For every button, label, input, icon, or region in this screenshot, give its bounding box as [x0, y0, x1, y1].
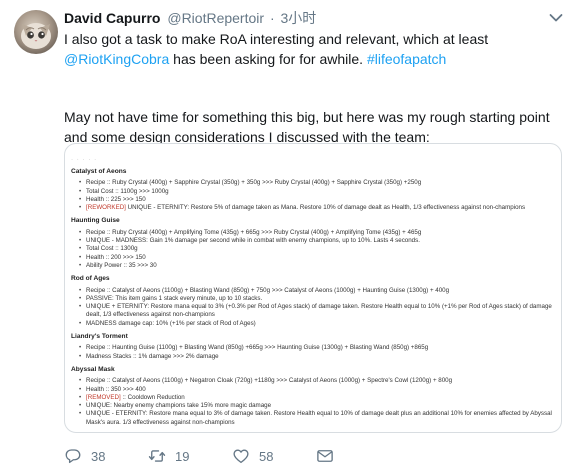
list-item-text: :: Cooldown Reduction	[120, 393, 185, 401]
list-item-text: UNIQUE - ETERNITY: Restore mana equal to…	[86, 410, 552, 426]
list-item-text: Total Cost :: 1300g	[86, 245, 138, 253]
list-item-text: Recipe :: Haunting Guise (1100g) + Blast…	[86, 344, 429, 352]
list-item-text: Health :: 350 >>> 400	[86, 385, 146, 393]
list-item-text: Ability Power :: 35 >>> 30	[86, 261, 157, 269]
tweet-text: I also got a task to make RoA interestin…	[64, 29, 564, 147]
section-title: Catalyst of Aeons	[71, 168, 127, 175]
mention-link[interactable]: @RiotKingCobra	[64, 51, 169, 67]
document-dots: · · · · ·	[71, 156, 98, 163]
section-title: Haunting Guise	[71, 217, 120, 225]
patch-notes-document: · · · · · Catalyst of AeonsRecipe :: Rub…	[71, 156, 557, 427]
section-list: Recipe :: Ruby Crystal (400g) + Amplifyi…	[71, 228, 557, 271]
separator-dot: ·	[269, 10, 275, 26]
retweet-count: 19	[175, 448, 190, 464]
mail-icon	[317, 450, 333, 462]
section-title: Abyssal Mask	[71, 365, 115, 373]
list-item-text: Recipe :: Catalyst of Aeons (1100g) + Ne…	[86, 377, 453, 385]
list-item: UNIQUE - ETERNITY: Restore mana equal to…	[79, 410, 557, 427]
list-item-text: UNIQUE - ETERNITY: Restore 5% of damage …	[125, 204, 526, 212]
reply-button[interactable]: 38	[64, 446, 105, 466]
list-item-text: Recipe :: Ruby Crystal (400g) + Amplifyi…	[86, 228, 422, 236]
list-item-text: Madness Stacks :: 1% damage >>> 2% damag…	[86, 352, 219, 360]
reply-count: 38	[91, 448, 106, 464]
hashtag-link[interactable]: #lifeofapatch	[367, 51, 446, 67]
list-item: UNIQUE + ETERNITY: Restore mana equal to…	[79, 303, 557, 320]
list-item-text: PASSIVE: This item gains 1 stack every m…	[86, 294, 263, 302]
like-button[interactable]: 58	[232, 446, 273, 466]
change-tag: [REWORKED]	[86, 204, 126, 212]
author-handle[interactable]: @RiotRepertoir	[167, 10, 264, 26]
change-tag: [REMOVED]	[86, 393, 121, 401]
list-item-text: Recipe :: Catalyst of Aeons (1100g) + Bl…	[86, 286, 450, 294]
list-item: [REMOVED] :: Cooldown Reduction	[79, 393, 557, 403]
section-list: Recipe :: Ruby Crystal (400g) + Sapphire…	[71, 179, 557, 212]
tweet-paragraph-1: I also got a task to make RoA interestin…	[64, 29, 564, 69]
list-item-text: UNIQUE + ETERNITY: Restore mana equal to…	[86, 303, 552, 319]
author-name[interactable]: David Capurro	[64, 10, 160, 26]
tweet-timestamp[interactable]: 3小时	[281, 10, 317, 26]
heart-icon	[233, 449, 249, 464]
list-item: Ability Power :: 35 >>> 30	[79, 261, 557, 271]
tweet-line-1: I also got a task to make RoA interestin…	[64, 31, 489, 47]
chevron-down-icon[interactable]	[549, 10, 563, 22]
tweet-actions: 38 19 58	[64, 446, 364, 466]
section-list: Recipe :: Catalyst of Aeons (1100g) + Bl…	[71, 286, 557, 329]
list-item: [REWORKED] UNIQUE - ETERNITY: Restore 5%…	[79, 204, 557, 213]
list-item-text: MADNESS damage cap: 10% (+1% per stack o…	[86, 319, 256, 327]
avatar[interactable]	[14, 10, 58, 54]
retweet-button[interactable]: 19	[148, 446, 189, 466]
direct-message-button[interactable]	[316, 446, 334, 466]
list-item: PASSIVE: This item gains 1 stack every m…	[79, 294, 557, 304]
retweet-icon	[148, 450, 166, 462]
list-item: Recipe :: Ruby Crystal (400g) + Amplifyi…	[79, 228, 557, 238]
list-item: Recipe :: Ruby Crystal (400g) + Sapphire…	[79, 179, 557, 188]
list-item: UNIQUE - MADNESS: Gain 1% damage per sec…	[79, 237, 557, 246]
section-list: Recipe :: Catalyst of Aeons (1100g) + Ne…	[71, 377, 557, 427]
section-title: Rod of Ages	[71, 275, 110, 283]
tweet-paragraph-2: May not have time for something this big…	[64, 109, 550, 145]
attached-image[interactable]: · · · · · Catalyst of AeonsRecipe :: Rub…	[64, 143, 562, 433]
list-item: Madness Stacks :: 1% damage >>> 2% damag…	[79, 352, 557, 362]
list-item-text: Health :: 200 >>> 150	[86, 253, 146, 261]
list-item-text: Total Cost :: 1100g >>> 1000g	[86, 187, 169, 195]
list-item: MADNESS damage cap: 10% (+1% per stack o…	[79, 319, 557, 329]
section-list: Recipe :: Haunting Guise (1100g) + Blast…	[71, 344, 557, 361]
list-item-text: UNIQUE: Nearby enemy champions take 15% …	[86, 402, 272, 410]
list-item: UNIQUE: Nearby enemy champions take 15% …	[79, 402, 557, 411]
tweet-line-2: has been asking for for awhile.	[169, 51, 367, 67]
list-item: Total Cost :: 1100g >>> 1000g	[79, 187, 557, 197]
list-item: Recipe :: Catalyst of Aeons (1100g) + Ne…	[79, 377, 557, 386]
list-item: Total Cost :: 1300g	[79, 245, 557, 254]
list-item: Recipe :: Catalyst of Aeons (1100g) + Bl…	[79, 286, 557, 296]
list-item: Health :: 225 >>> 150	[79, 195, 557, 205]
list-item: Health :: 200 >>> 150	[79, 253, 557, 263]
list-item-text: Recipe :: Ruby Crystal (400g) + Sapphire…	[86, 179, 422, 187]
tweet-header: David Capurro @RiotRepertoir · 3小时	[64, 8, 316, 28]
list-item-text: Health :: 225 >>> 150	[86, 195, 146, 203]
list-item: Health :: 350 >>> 400	[79, 385, 557, 395]
reply-icon	[65, 449, 81, 464]
section-title: Liandry's Torment	[71, 333, 128, 341]
like-count: 58	[259, 448, 274, 464]
tweet: David Capurro @RiotRepertoir · 3小时 I als…	[0, 0, 577, 471]
list-item: Recipe :: Haunting Guise (1100g) + Blast…	[79, 344, 557, 353]
list-item-text: UNIQUE - MADNESS: Gain 1% damage per sec…	[86, 237, 420, 245]
